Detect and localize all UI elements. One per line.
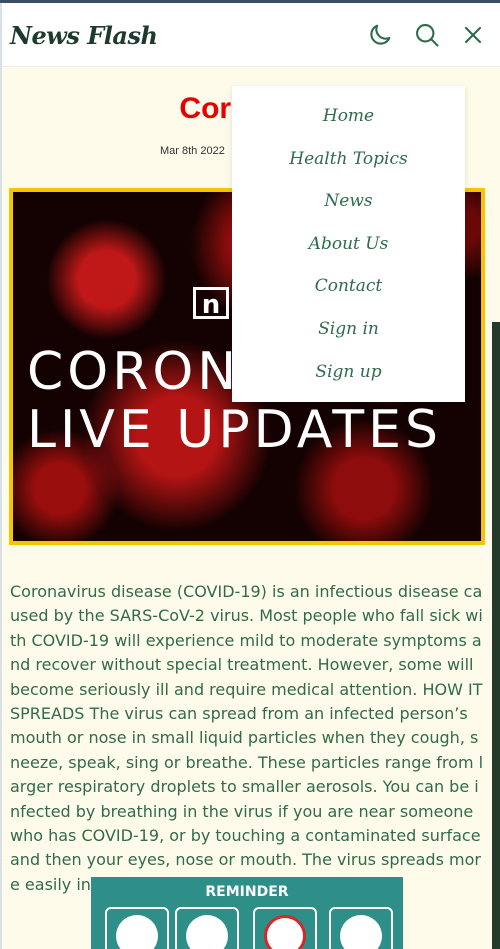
side-background-panel bbox=[492, 322, 500, 949]
hero-headline-line2: LIVE UPDATES bbox=[27, 400, 442, 460]
site-header: News Flash bbox=[2, 3, 500, 67]
reminder-title: REMINDER bbox=[205, 884, 289, 900]
hero-badge: n bbox=[193, 287, 229, 320]
menu-item-home[interactable]: Home bbox=[232, 95, 465, 138]
tissue-icon bbox=[329, 907, 393, 949]
reminder-infographic: REMINDER bbox=[91, 877, 403, 949]
menu-item-about-us[interactable]: About Us bbox=[232, 223, 465, 266]
menu-item-sign-in[interactable]: Sign in bbox=[232, 308, 465, 351]
window-left-strip bbox=[0, 3, 2, 949]
moon-icon[interactable] bbox=[366, 21, 394, 49]
menu-item-health-topics[interactable]: Health Topics bbox=[232, 138, 465, 181]
menu-item-news[interactable]: News bbox=[232, 180, 465, 223]
article-body: Coronavirus disease (COVID-19) is an inf… bbox=[10, 582, 484, 894]
nav-dropdown-menu: Home Health Topics News About Us Contact… bbox=[232, 86, 465, 402]
cough-icon bbox=[175, 907, 239, 949]
menu-item-contact[interactable]: Contact bbox=[232, 265, 465, 308]
handwash-icon bbox=[105, 907, 169, 949]
site-logo[interactable]: News Flash bbox=[10, 21, 158, 50]
close-icon[interactable] bbox=[459, 21, 487, 49]
no-handshake-icon bbox=[253, 907, 317, 949]
menu-item-sign-up[interactable]: Sign up bbox=[232, 351, 465, 394]
article-date: Mar 8th 2022 bbox=[160, 145, 225, 157]
search-icon[interactable] bbox=[413, 21, 441, 49]
